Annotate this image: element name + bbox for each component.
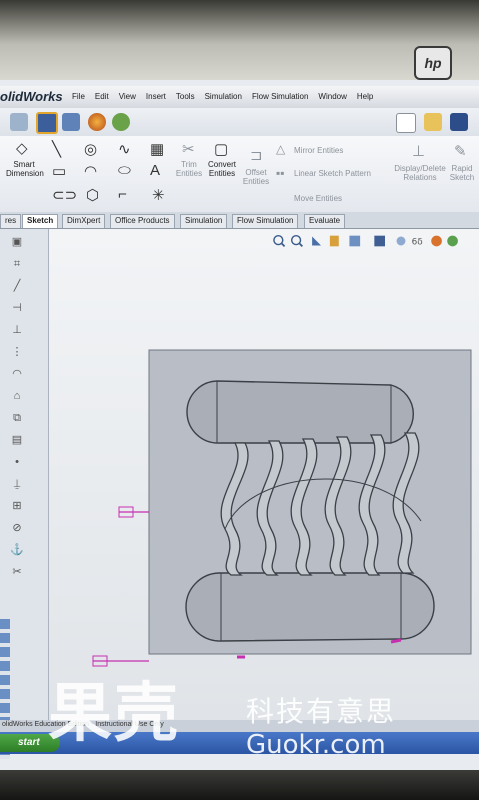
pattern-icon: ▪▪	[276, 166, 285, 180]
move-entities-button[interactable]: Move Entities	[294, 194, 354, 203]
rectangle-icon[interactable]: ▭	[52, 162, 66, 180]
dimension-tool-icon[interactable]: ⌗	[10, 257, 24, 271]
tangent-tool-icon[interactable]: ⊘	[10, 521, 24, 535]
display-delete-relations-button[interactable]: Display/Delete Relations	[392, 164, 448, 182]
mirror-entities-button[interactable]: Mirror Entities	[294, 146, 364, 155]
part-icon[interactable]	[36, 112, 58, 134]
hide-tool-icon[interactable]: ▤	[10, 433, 24, 447]
left-toolbar: ▣ ⌗ ╱ ⊣ ⊥ ⋮ ◠ ⌂ ⧉ ▤ • ⍊ ⊞ ⊘ ⚓ ✂	[0, 229, 49, 759]
menu-window[interactable]: Window	[318, 92, 346, 101]
trim-icon: ✂	[182, 141, 195, 158]
constraint-tool-icon[interactable]: ⊣	[10, 301, 24, 315]
convert-icon: ▢	[214, 141, 229, 158]
relations-icon: ⊥	[412, 143, 426, 160]
tab-features[interactable]: res	[0, 214, 22, 228]
watermark-url: Guokr.com	[246, 730, 386, 760]
relation-tool-icon[interactable]: ⊥	[10, 323, 24, 337]
offset-entities-button[interactable]: Offset Entities	[240, 168, 272, 186]
dimension-marker[interactable]	[118, 506, 149, 518]
menu-insert[interactable]: Insert	[146, 92, 166, 101]
main-menu: File Edit View Insert Tools Simulation F…	[72, 92, 373, 101]
quick-toolbar	[0, 108, 479, 136]
sketch-tool-icon[interactable]: ▣	[10, 235, 24, 249]
trim-entities-button[interactable]: Trim Entities	[174, 160, 204, 178]
linear-sketch-pattern-button[interactable]: Linear Sketch Pattern	[294, 169, 374, 178]
convert-entities-button[interactable]: Convert Entities	[204, 160, 240, 178]
menu-file[interactable]: File	[72, 92, 85, 101]
sketch-ribbon: ◇ Smart Dimension ╲ ◎ ∿ ▦ ▭ ◠ ⬭ A ⊂⊃ ⬡ ⌐…	[0, 136, 479, 213]
smart-dimension-button[interactable]: Smart Dimension	[6, 160, 44, 178]
menu-view[interactable]: View	[119, 92, 136, 101]
text-icon[interactable]: A	[150, 162, 160, 179]
menu-simulation[interactable]: Simulation	[205, 92, 242, 101]
tab-flow-simulation[interactable]: Flow Simulation	[232, 214, 299, 228]
command-tabs: res Sketch DimXpert Office Products Simu…	[0, 212, 479, 229]
mirror-tool-icon[interactable]: ⧉	[10, 411, 24, 425]
menu-help[interactable]: Help	[357, 92, 373, 101]
mirror-icon: △	[276, 142, 286, 156]
offset-icon: ⊐	[250, 147, 263, 164]
arc-tool-icon[interactable]: ◠	[10, 367, 24, 381]
grid-icon[interactable]: ▦	[150, 140, 164, 158]
ellipse-icon[interactable]: ⬭	[118, 162, 131, 179]
menu-tools[interactable]: Tools	[176, 92, 195, 101]
menu-flow-simulation[interactable]: Flow Simulation	[252, 92, 308, 101]
menu-bar: olidWorks File Edit View Insert Tools Si…	[0, 86, 479, 109]
anchor-tool-icon[interactable]: ⚓	[10, 543, 24, 557]
fillet-icon[interactable]: ⌐	[118, 186, 127, 203]
point-tool-icon[interactable]: •	[10, 455, 24, 469]
save-icon[interactable]	[450, 113, 468, 131]
tab-office-products[interactable]: Office Products	[110, 214, 175, 228]
monitor-bezel-bottom	[0, 770, 479, 800]
rapid-sketch-button[interactable]: Rapid Sketch	[446, 164, 478, 182]
tab-simulation[interactable]: Simulation	[180, 214, 228, 228]
watermark-slogan: 科技有意思	[246, 695, 397, 728]
new-document-icon[interactable]	[396, 113, 416, 133]
circle-icon[interactable]: ◎	[84, 140, 97, 158]
rapid-sketch-icon: ✎	[454, 143, 467, 160]
bottom-flange-outline	[185, 572, 435, 642]
sketch-mode-icon[interactable]	[10, 113, 28, 131]
top-flange-outline	[186, 380, 415, 444]
rebuild-icon[interactable]	[112, 113, 130, 131]
sketch-point[interactable]	[390, 638, 402, 644]
watermark-logo: 果壳	[48, 677, 180, 751]
line-tool-icon[interactable]: ╱	[10, 279, 24, 293]
arc-icon[interactable]: ◠	[84, 162, 97, 180]
app-title: olidWorks	[0, 89, 63, 104]
trim-tool-icon[interactable]: ✂	[10, 565, 24, 579]
open-icon[interactable]	[424, 113, 442, 131]
tab-evaluate[interactable]: Evaluate	[304, 214, 346, 228]
pattern-tool-icon[interactable]: ⋮	[10, 345, 24, 359]
grid-tool-icon[interactable]: ⊞	[10, 499, 24, 513]
pin-tool-icon[interactable]: ⍊	[10, 477, 24, 491]
spline-icon[interactable]: ∿	[118, 140, 131, 158]
fix-tool-icon[interactable]: ⌂	[10, 389, 24, 403]
tab-dimxpert[interactable]: DimXpert	[62, 214, 106, 228]
point-icon[interactable]: ✳	[152, 186, 165, 204]
smart-dimension-icon: ◇	[16, 140, 28, 157]
assembly-icon[interactable]	[62, 113, 80, 131]
slot-icon[interactable]: ⊂⊃	[52, 186, 77, 204]
line-icon[interactable]: ╲	[52, 140, 61, 158]
hp-logo: hp	[414, 46, 452, 80]
tab-sketch[interactable]: Sketch	[22, 214, 59, 228]
monitor-bezel-top: hp	[0, 0, 479, 80]
polygon-icon[interactable]: ⬡	[86, 186, 99, 204]
menu-edit[interactable]: Edit	[95, 92, 109, 101]
appearance-icon[interactable]	[88, 113, 106, 131]
